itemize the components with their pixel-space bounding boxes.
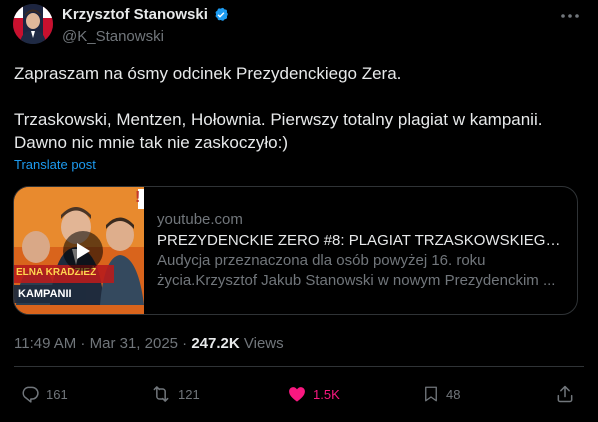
divider (14, 366, 584, 367)
meta-separator: · (178, 335, 192, 352)
like-button[interactable]: 1.5K (287, 382, 340, 406)
views-label: Views (239, 335, 284, 352)
play-button-icon[interactable] (63, 231, 103, 271)
thumbnail-badge: ! (135, 189, 141, 206)
card-description-line-2: życia.Krzysztof Jakub Stanowski w nowym … (157, 272, 556, 289)
meta-separator: · (76, 335, 90, 352)
tweet-meta: 11:49 AM · Mar 31, 2025 · 247.2K Views (14, 334, 284, 354)
repost-count: 121 (178, 386, 200, 402)
author-info: Krzysztof Stanowski @K_Stanowski (62, 5, 230, 47)
bookmark-icon (425, 386, 437, 402)
bookmark-count: 48 (446, 386, 461, 402)
tweet-text: Zapraszam na ósmy odcinek Prezydenckiego… (14, 62, 584, 154)
repost-icon (153, 386, 169, 402)
avatar-image (13, 4, 53, 44)
repost-button[interactable]: 121 (150, 382, 200, 406)
author-name-row: Krzysztof Stanowski (62, 5, 230, 25)
reply-icon (22, 386, 39, 403)
author-display-name[interactable]: Krzysztof Stanowski (62, 5, 208, 25)
share-icon (557, 385, 573, 403)
video-thumbnail[interactable]: ELNA KRADZIEŻ KAMPANII ! (14, 187, 144, 314)
avatar[interactable] (13, 4, 53, 44)
more-options-icon[interactable] (558, 6, 582, 26)
post-time[interactable]: 11:49 AM (14, 335, 76, 352)
translate-post-link[interactable]: Translate post (14, 157, 96, 173)
reply-button[interactable]: 161 (20, 382, 68, 406)
heart-icon (289, 387, 305, 402)
action-bar: 161 121 1.5K 48 (0, 382, 598, 406)
card-description: Audycja przeznaczona dla osób powyżej 16… (157, 251, 567, 291)
verified-badge-icon[interactable] (212, 6, 230, 24)
bookmark-button[interactable]: 48 (422, 382, 460, 406)
share-button[interactable] (555, 382, 575, 406)
thumbnail-caption-2: KAMPANII (18, 288, 72, 300)
card-description-line-1: Audycja przeznaczona dla osób powyżej 16… (157, 252, 486, 269)
views-count[interactable]: 247.2K (191, 335, 239, 352)
link-preview-card[interactable]: ELNA KRADZIEŻ KAMPANII ! youtube.com PRE… (13, 186, 578, 315)
card-domain: youtube.com (157, 211, 243, 228)
card-info: youtube.com PREZYDENCKIE ZERO #8: PLAGIA… (144, 187, 577, 314)
tweet-line-2: Trzaskowski, Mentzen, Hołownia. Pierwszy… (14, 110, 543, 129)
author-handle[interactable]: @K_Stanowski (62, 27, 230, 47)
tweet-line-1: Zapraszam na ósmy odcinek Prezydenckiego… (14, 64, 402, 83)
reply-count: 161 (46, 386, 68, 402)
like-count: 1.5K (313, 386, 340, 402)
post-date[interactable]: Mar 31, 2025 (90, 335, 178, 352)
tweet-line-3: Dawno nic mnie tak nie zaskoczyło:) (14, 133, 289, 152)
tweet: Krzysztof Stanowski @K_Stanowski Zaprasz… (0, 0, 598, 422)
card-title: PREZYDENCKIE ZERO #8: PLAGIAT TRZASKOWSK… (157, 232, 567, 249)
